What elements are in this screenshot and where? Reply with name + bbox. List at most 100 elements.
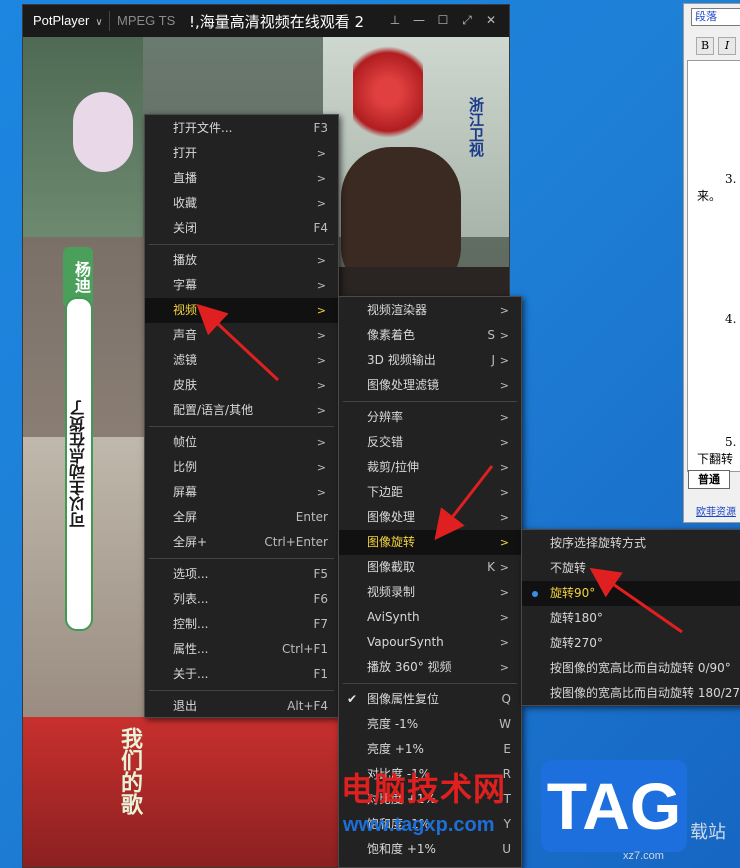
- title-bar: PotPlayer ∨ MPEG TS !,海量高清视频在线观看 2 ⊥ — ☐ …: [23, 5, 509, 37]
- main-menu-item-12[interactable]: 配置/语言/其他 >: [145, 398, 338, 423]
- chevron-right-icon: >: [499, 461, 509, 474]
- video-menu-item-5[interactable]: 分辨率 >: [339, 405, 521, 430]
- video-menu-item-17[interactable]: ✔ 图像属性复位 Q: [339, 687, 521, 712]
- rotate-menu-item-2[interactable]: 旋转90°: [522, 581, 740, 606]
- chevron-right-icon: >: [316, 486, 326, 499]
- chevron-right-icon: >: [316, 304, 326, 317]
- main-menu-item-24[interactable]: 关于... F1: [145, 662, 338, 687]
- menu-separator: [149, 244, 334, 245]
- main-menu-item-0[interactable]: 打开文件... F3: [145, 116, 338, 141]
- chevron-right-icon: >: [316, 436, 326, 449]
- main-menu-item-2[interactable]: 直播 >: [145, 166, 338, 191]
- rotate-menu-item-6[interactable]: 按图像的宽高比而自动旋转 180/270°: [522, 681, 740, 706]
- maximize-icon[interactable]: ☐: [435, 12, 451, 28]
- chevron-right-icon: >: [316, 461, 326, 474]
- chevron-right-icon: >: [316, 354, 326, 367]
- video-menu-item-12[interactable]: 视频录制 >: [339, 580, 521, 605]
- video-menu-item-2[interactable]: 3D 视频输出 J >: [339, 348, 521, 373]
- main-menu-item-8[interactable]: 视频 >: [145, 298, 338, 323]
- menu-item-label: 旋转270°: [550, 636, 603, 650]
- main-menu-item-6[interactable]: 播放 >: [145, 248, 338, 273]
- chevron-right-icon: >: [499, 329, 509, 342]
- menu-item-label: 分辨率: [367, 410, 404, 424]
- bold-button[interactable]: B: [696, 37, 714, 55]
- video-menu-item-6[interactable]: 反交错 >: [339, 430, 521, 455]
- menu-item-label: 帧位: [173, 435, 198, 449]
- video-menu-item-9[interactable]: 图像处理 >: [339, 505, 521, 530]
- file-title: !,海量高清视频在线观看 2: [189, 13, 365, 31]
- chevron-right-icon: >: [499, 411, 509, 424]
- menu-item-label: 属性...: [173, 642, 209, 656]
- menu-item-shortcut: F3: [313, 121, 328, 135]
- video-menu-item-8[interactable]: 下边距 >: [339, 480, 521, 505]
- chevron-right-icon: >: [316, 279, 326, 292]
- menu-item-label: 声音: [173, 328, 198, 342]
- paragraph-style-dropdown[interactable]: 段落: [691, 8, 740, 26]
- editor-line-4: 4.: [725, 312, 737, 326]
- close-icon[interactable]: ✕: [483, 12, 499, 28]
- editor-window: 段落 B I 3. 来。 4. 5. 下翻转 普通 欧菲资源: [683, 3, 740, 523]
- check-icon: ✔: [347, 692, 358, 706]
- italic-button[interactable]: I: [718, 37, 736, 55]
- channel-logo: 浙江卫视: [467, 97, 485, 157]
- video-menu-item-13[interactable]: AviSynth >: [339, 605, 521, 630]
- main-menu-item-18[interactable]: 全屏+ Ctrl+Enter: [145, 530, 338, 555]
- chevron-right-icon: >: [316, 329, 326, 342]
- video-menu-item-18[interactable]: 亮度 -1% W: [339, 712, 521, 737]
- chevron-right-icon: >: [316, 197, 326, 210]
- fullscreen-icon[interactable]: ⤢: [459, 12, 475, 28]
- video-menu-item-15[interactable]: 播放 360° 视频 >: [339, 655, 521, 680]
- rotate-menu-item-5[interactable]: 按图像的宽高比而自动旋转 0/90°: [522, 656, 740, 681]
- menu-item-label: 旋转180°: [550, 611, 603, 625]
- menu-item-label: 播放: [173, 253, 198, 267]
- video-menu-item-10[interactable]: 图像旋转 >: [339, 530, 521, 555]
- main-menu-item-3[interactable]: 收藏 >: [145, 191, 338, 216]
- video-menu-item-1[interactable]: 像素着色 S >: [339, 323, 521, 348]
- tab-normal[interactable]: 普通: [688, 470, 730, 489]
- main-menu-item-22[interactable]: 控制... F7: [145, 612, 338, 637]
- video-menu-item-11[interactable]: 图像截取 K >: [339, 555, 521, 580]
- rotate-menu-item-4[interactable]: 旋转270°: [522, 631, 740, 656]
- menu-item-label: 直播: [173, 171, 198, 185]
- main-menu-item-23[interactable]: 属性... Ctrl+F1: [145, 637, 338, 662]
- vertical-caption: 可以主动点在货了: [65, 297, 93, 631]
- main-menu-item-21[interactable]: 列表... F6: [145, 587, 338, 612]
- chevron-right-icon: >: [499, 436, 509, 449]
- video-menu-item-0[interactable]: 视频渲染器 >: [339, 298, 521, 323]
- resource-link[interactable]: 欧菲资源: [696, 503, 736, 518]
- main-menu-item-7[interactable]: 字幕 >: [145, 273, 338, 298]
- main-menu-item-1[interactable]: 打开 >: [145, 141, 338, 166]
- main-menu-item-20[interactable]: 选项... F5: [145, 562, 338, 587]
- menu-item-label: 按图像的宽高比而自动旋转 0/90°: [550, 661, 731, 675]
- rotate-menu-item-0[interactable]: 按序选择旋转方式: [522, 531, 740, 556]
- chevron-right-icon: >: [316, 147, 326, 160]
- chevron-right-icon: >: [499, 354, 509, 367]
- editor-page[interactable]: [687, 60, 740, 472]
- main-menu-item-11[interactable]: 皮肤 >: [145, 373, 338, 398]
- potplayer-menu-button[interactable]: PotPlayer ∨: [33, 13, 103, 28]
- main-menu-item-9[interactable]: 声音 >: [145, 323, 338, 348]
- rotate-menu-item-3[interactable]: 旋转180°: [522, 606, 740, 631]
- menu-item-label: 关于...: [173, 667, 209, 681]
- main-menu-item-14[interactable]: 帧位 >: [145, 430, 338, 455]
- watermark-tag-logo: TAG: [541, 760, 687, 852]
- menu-item-label: 皮肤: [173, 378, 198, 392]
- pin-icon[interactable]: ⊥: [387, 12, 403, 28]
- menu-item-label: 视频录制: [367, 585, 416, 599]
- chevron-right-icon: >: [499, 586, 509, 599]
- main-menu-item-10[interactable]: 滤镜 >: [145, 348, 338, 373]
- video-menu-item-14[interactable]: VapourSynth >: [339, 630, 521, 655]
- menu-item-label: 收藏: [173, 196, 198, 210]
- context-menu-main: 打开文件... F3 打开 > 直播 > 收藏 > 关闭 F4 播放 > 字幕 > 视频 > 声音 > 滤镜 > 皮肤 >…: [144, 114, 339, 718]
- main-menu-item-17[interactable]: 全屏 Enter: [145, 505, 338, 530]
- main-menu-item-15[interactable]: 比例 >: [145, 455, 338, 480]
- minimize-icon[interactable]: —: [411, 12, 427, 28]
- main-menu-item-16[interactable]: 屏幕 >: [145, 480, 338, 505]
- video-menu-item-7[interactable]: 裁剪/拉伸 >: [339, 455, 521, 480]
- main-menu-item-4[interactable]: 关闭 F4: [145, 216, 338, 241]
- chevron-right-icon: >: [316, 379, 326, 392]
- menu-separator: [149, 558, 334, 559]
- rotate-menu-item-1[interactable]: 不旋转: [522, 556, 740, 581]
- main-menu-item-26[interactable]: 退出 Alt+F4: [145, 694, 338, 719]
- video-menu-item-3[interactable]: 图像处理滤镜 >: [339, 373, 521, 398]
